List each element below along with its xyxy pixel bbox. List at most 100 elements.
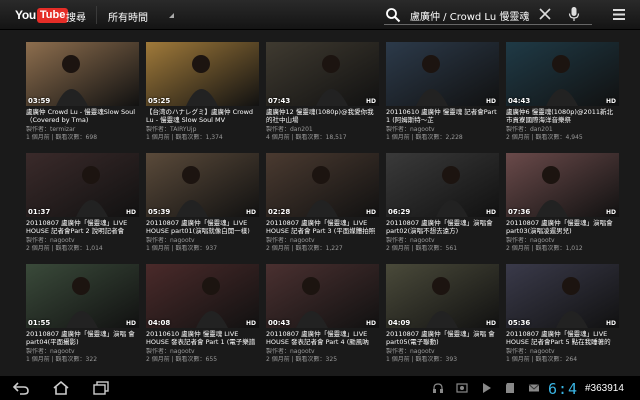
video-thumbnail[interactable]: 04:08 HD [146,264,259,328]
hd-badge: HD [605,320,616,327]
video-tile[interactable]: 03:59 盧廣仲 Crowd Lu - 慢靈魂Slow Soul（Covered… [26,42,139,149]
logo-tube-text: Tube [36,7,69,23]
hd-badge: HD [245,209,256,216]
top-bar: You Tube 搜尋 所有時間 盧廣仲 / Crowd Lu 慢靈魂 [0,0,640,30]
video-tile[interactable]: 02:28 HD 20110807 盧廣仲「慢靈魂」LIVE HOUSE 記者會 P… [266,153,379,260]
logo-you-text: You [15,8,36,22]
video-stats: 1 個月前 | 觀看次數：2,228 [386,134,463,141]
video-stats: 2 個月前 | 觀看次數：655 [146,356,218,363]
hd-badge: HD [125,209,136,216]
video-uploader: 製作者：termizar [26,126,76,133]
hd-badge: HD [485,320,496,327]
video-title[interactable]: 20110807 盧廣仲「慢靈魂」演唱 會part05(電子聯動) [386,330,499,346]
search-icon[interactable] [385,7,401,23]
video-stats: 1 個月前 | 觀看次數：1,374 [146,134,223,141]
video-thumbnail[interactable]: 01:55 HD [26,264,139,328]
video-title[interactable]: 20110807 盧廣仲「慢靈魂」LIVE HOUSE 記者會 Part 3 (… [266,219,379,235]
video-thumbnail[interactable]: 05:25 [146,42,259,106]
video-title[interactable]: 20110807 盧廣仲「慢靈魂」LIVE HOUSE 發表記者會 Part 4… [266,330,379,346]
tab-search[interactable]: 搜尋 [66,9,86,24]
video-tile[interactable]: 04:09 HD 20110807 盧廣仲「慢靈魂」演唱 會part05(電子聯動)… [386,264,499,371]
video-thumbnail[interactable]: 02:28 HD [266,153,379,217]
youtube-logo[interactable]: You Tube [15,7,69,23]
video-title[interactable]: 20110807 盧廣仲「慢靈魂」演唱會 part02(演唱不想去遠方) [386,219,499,235]
menu-icon[interactable] [612,8,626,21]
video-uploader: 製作者：nagootv [386,348,435,355]
video-tile[interactable]: 07:36 HD 20110807 盧廣仲「慢靈魂」演唱會 part03(演唱凌遲男… [506,153,619,260]
video-thumbnail[interactable]: 06:29 HD [386,153,499,217]
video-tile[interactable]: 00:43 HD 20110807 盧廣仲「慢靈魂」LIVE HOUSE 發表記者會… [266,264,379,371]
video-title[interactable]: 20110807 盧廣仲「慢靈魂」演唱 會part04(平面攝影) [26,330,139,346]
video-tile[interactable]: 06:29 HD 20110807 盧廣仲「慢靈魂」演唱會 part02(演唱不想去… [386,153,499,260]
video-duration: 04:09 [388,319,411,327]
video-thumbnail[interactable]: 05:36 HD [506,264,619,328]
video-thumbnail[interactable]: 04:43 HD [506,42,619,106]
time-filter-dropdown[interactable]: 所有時間 [108,9,148,24]
video-tile[interactable]: 07:43 HD 盧廣仲12 慢靈魂(1080p)@我愛你我的社中山場製作者：dan… [266,42,379,149]
video-duration: 05:36 [508,319,531,327]
video-stats: 1 個月前 | 觀看次數：698 [26,134,98,141]
video-stats: 1 個月前 | 觀看次數：393 [386,356,458,363]
video-thumbnail[interactable]: 00:43 HD [266,264,379,328]
video-title[interactable]: 20110807 盧廣仲「慢靈魂」LIVE HOUSE 記者會Part 5 點在… [506,330,619,346]
video-title[interactable]: 20110610 盧廣仲 慢靈魂 記者會Part 1 (阿姆斯特～芷 [386,108,499,124]
video-tile[interactable]: 01:55 HD 20110807 盧廣仲「慢靈魂」演唱 會part04(平面攝影)… [26,264,139,371]
dropdown-caret-icon [169,13,174,18]
mail-icon [528,384,540,392]
video-thumbnail[interactable]: 07:43 HD [266,42,379,106]
hd-badge: HD [365,209,376,216]
video-duration: 01:55 [28,319,51,327]
video-thumbnail[interactable]: HD [386,42,499,106]
video-title[interactable]: 盧廣仲 Crowd Lu - 慢靈魂Slow Soul（Covered by T… [26,108,139,124]
video-uploader: 製作者：nagootv [146,237,195,244]
microphone-icon[interactable] [567,6,581,22]
search-input[interactable]: 盧廣仲 / Crowd Lu 慢靈魂 [410,8,529,23]
sd-card-icon [506,383,514,393]
video-duration: 04:08 [148,319,171,327]
video-title[interactable]: 20110807 盧廣仲「慢靈魂」演唱會 part03(演唱凌遲男兒) [506,219,619,235]
video-thumbnail[interactable]: 07:36 HD [506,153,619,217]
thumbnail-image [386,42,499,106]
video-title[interactable]: 盧廣仲6 慢靈魂(1080p)@2011新北市貢寮國際海洋音樂祭 [506,108,619,124]
video-stats: 2 個月前 | 觀看次數：1,227 [266,245,343,252]
video-thumbnail[interactable]: 01:37 HD [26,153,139,217]
video-thumbnail[interactable]: 03:59 [26,42,139,106]
video-title[interactable]: 【台湾のハナレグミ】盧廣仲 Crowd Lu - 慢靈魂 Slow Soul M… [146,108,259,124]
video-duration: 03:59 [28,97,51,105]
media-icon [456,383,468,393]
hd-badge: HD [485,98,496,105]
status-clock: 6:4 [548,380,579,398]
home-icon[interactable] [52,380,70,396]
video-tile[interactable]: HD 20110610 盧廣仲 慢靈魂 記者會Part 1 (阿姆斯特～芷 製作者：… [386,42,499,149]
video-uploader: 製作者：nagootv [146,348,195,355]
play-icon [483,383,491,393]
video-stats: 1 個月前 | 觀看次數：937 [146,245,218,252]
video-thumbnail[interactable]: 05:39 HD [146,153,259,217]
video-uploader: 製作者：nagootv [506,237,555,244]
hd-badge: HD [485,209,496,216]
recent-apps-icon[interactable] [92,380,110,396]
video-tile[interactable]: 01:37 HD 20110807 盧廣仲「慢靈魂」LIVE HOUSE 記者會Pa… [26,153,139,260]
video-duration: 00:43 [268,319,291,327]
video-uploader: 製作者：dan201 [266,126,313,133]
video-uploader: 製作者：nagootv [386,237,435,244]
video-stats: 4 個月前 | 觀看次數：18,517 [266,134,347,141]
video-title[interactable]: 盧廣仲12 慢靈魂(1080p)@我愛你我的社中山場 [266,108,379,124]
back-icon[interactable] [12,380,30,396]
video-thumbnail[interactable]: 04:09 HD [386,264,499,328]
hd-badge: HD [245,320,256,327]
video-tile[interactable]: 04:08 HD 20110610 盧廣仲 慢靈魂 LIVE HOUSE 發表記者會… [146,264,259,371]
video-stats: 2 個月前 | 觀看次數：1,014 [26,245,103,252]
video-duration: 04:43 [508,97,531,105]
video-stats: 2 個月前 | 觀看次數：561 [386,245,458,252]
video-title[interactable]: 20110807 盧廣仲「慢靈魂」LIVE HOUSE part01(演唱就像白… [146,219,259,235]
video-tile[interactable]: 04:43 HD 盧廣仲6 慢靈魂(1080p)@2011新北市貢寮國際海洋音樂祭製… [506,42,619,149]
video-tile[interactable]: 05:25 【台湾のハナレグミ】盧廣仲 Crowd Lu - 慢靈魂 Slow S… [146,42,259,149]
video-title[interactable]: 20110610 盧廣仲 慢靈魂 LIVE HOUSE 發表記者會 Part 1… [146,330,259,346]
video-tile[interactable]: 05:36 HD 20110807 盧廣仲「慢靈魂」LIVE HOUSE 記者會Pa… [506,264,619,371]
clear-icon[interactable] [538,7,552,21]
video-title[interactable]: 20110807 盧廣仲「慢靈魂」LIVE HOUSE 記者會Part 2 說明… [26,219,139,235]
video-tile[interactable]: 05:39 HD 20110807 盧廣仲「慢靈魂」LIVE HOUSE part0… [146,153,259,260]
tab-divider [96,6,97,24]
video-duration: 01:37 [28,208,51,216]
